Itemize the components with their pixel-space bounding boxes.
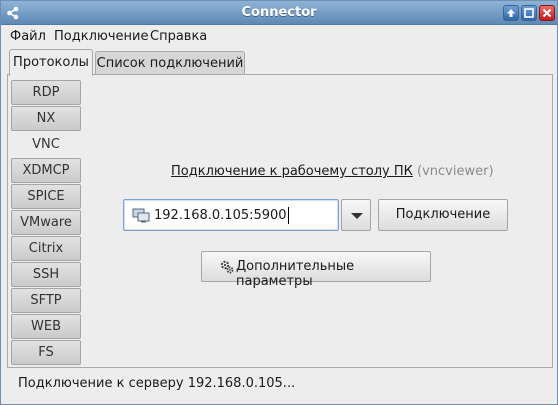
window-title: Connector xyxy=(241,5,317,20)
protocol-citrix[interactable]: Citrix xyxy=(11,236,81,261)
vnc-heading-hint: (vncviewer) xyxy=(417,164,494,179)
vnc-heading-link: Подключение к рабочему столу ПК xyxy=(171,164,413,179)
tab-connection-list[interactable]: Список подключений xyxy=(95,51,245,75)
advanced-params-button[interactable]: Дополнительные параметры xyxy=(201,251,431,289)
protocol-spice[interactable]: SPICE xyxy=(11,184,81,209)
connector-window: Connector Файл Подключение Справка Прото… xyxy=(0,0,558,405)
connect-button[interactable]: Подключение xyxy=(378,199,508,231)
close-button[interactable] xyxy=(539,5,555,21)
maximize-icon xyxy=(524,8,534,18)
protocol-rdp[interactable]: RDP xyxy=(11,80,81,105)
protocol-web[interactable]: WEB xyxy=(11,314,81,339)
address-value: 192.168.0.105:5900 xyxy=(154,208,287,223)
title-bar[interactable]: Connector xyxy=(1,1,557,25)
vnc-heading: Подключение к рабочему столу ПК (vncview… xyxy=(171,164,494,179)
protocol-vnc[interactable]: VNC xyxy=(11,132,81,157)
close-icon xyxy=(542,8,552,18)
protocols-panel: RDP NX VNC XDMCP SPICE VMware Citrix SSH… xyxy=(7,74,553,368)
menu-file[interactable]: Файл xyxy=(10,29,46,44)
maximize-button[interactable] xyxy=(521,5,537,21)
arrow-up-icon xyxy=(507,9,515,17)
monitor-icon xyxy=(132,208,150,223)
gears-icon xyxy=(220,260,234,274)
protocol-xdmcp[interactable]: XDMCP xyxy=(11,158,81,183)
protocol-fs[interactable]: FS xyxy=(11,340,81,365)
address-input[interactable]: 192.168.0.105:5900 xyxy=(123,199,339,231)
window-up-button[interactable] xyxy=(503,5,519,21)
advanced-params-label: Дополнительные параметры xyxy=(236,259,355,289)
tab-protocols[interactable]: Протоколы xyxy=(9,49,93,76)
text-caret xyxy=(288,207,289,224)
protocol-nx[interactable]: NX xyxy=(11,106,81,131)
address-history-dropdown[interactable] xyxy=(341,199,371,231)
menu-connection[interactable]: Подключение xyxy=(54,29,148,44)
status-bar-text: Подключение к серверу 192.168.0.105... xyxy=(18,376,296,391)
protocol-sftp[interactable]: SFTP xyxy=(11,288,81,313)
menu-help[interactable]: Справка xyxy=(150,29,207,44)
chevron-down-icon xyxy=(351,213,363,219)
menu-bar: Файл Подключение Справка xyxy=(1,26,557,48)
protocol-ssh[interactable]: SSH xyxy=(11,262,81,287)
protocol-vmware[interactable]: VMware xyxy=(11,210,81,235)
